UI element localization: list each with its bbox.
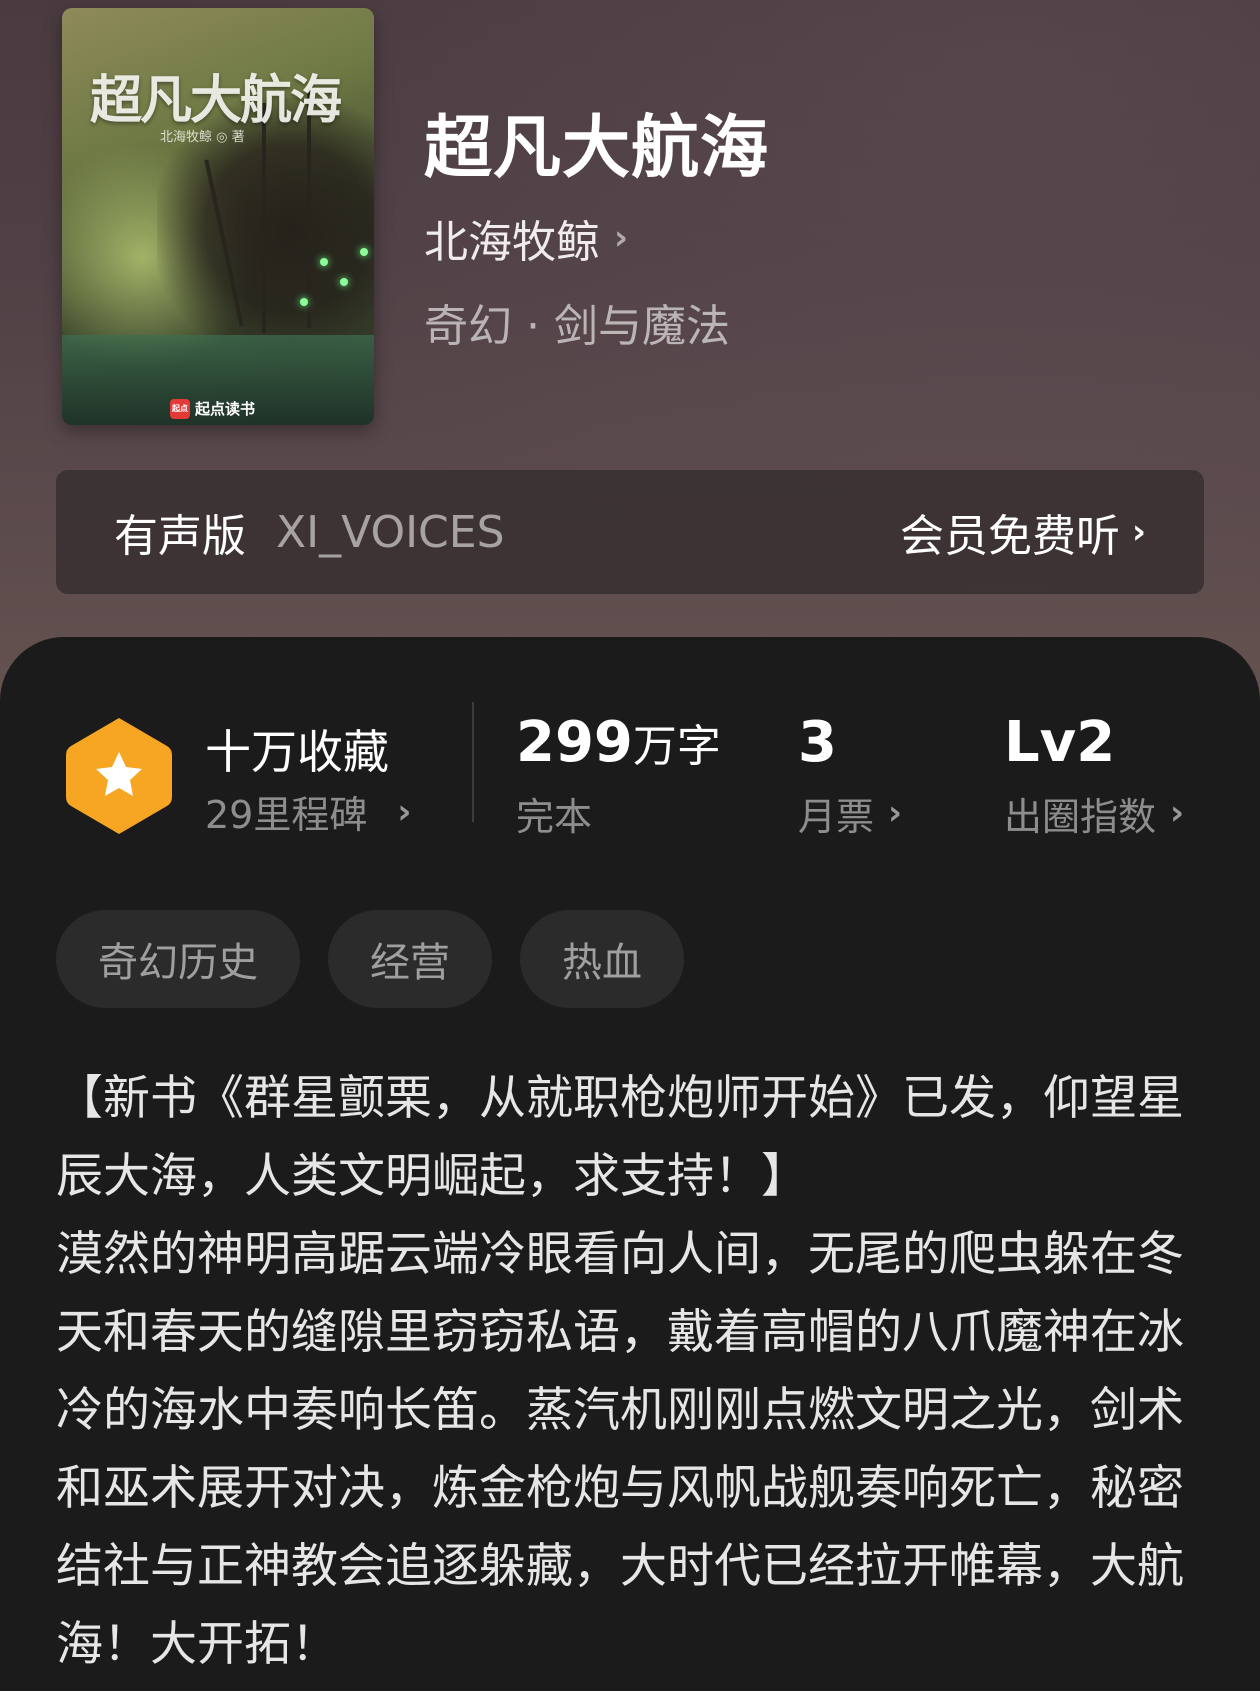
cover-brand-label: 起点读书 — [195, 400, 256, 418]
milestone-link[interactable]: 29里程碑 › — [205, 784, 411, 839]
description-synopsis: 漠然的神明高踞云端冷眼看向人间，无尾的爬虫躲在冬天和春天的缝隙里窃窃私语，戴着高… — [56, 1227, 1184, 1672]
chevron-right-icon: › — [397, 791, 412, 832]
cover-author: 北海牧鲸 ◎ 著 — [160, 130, 245, 145]
description-notice: 【新书《群星颤栗，从就职枪炮师开始》已发，仰望星辰大海，人类文明崛起，求支持！】 — [56, 1071, 1184, 1204]
completion-status: 完本 — [516, 794, 593, 839]
collection-count: 十万收藏 — [205, 725, 389, 779]
book-title: 超凡大航海 — [424, 108, 770, 188]
chevron-right-icon: › — [614, 218, 629, 258]
chevron-right-icon: › — [1131, 512, 1146, 552]
book-genre: 奇幻 · 剑与魔法 — [424, 301, 730, 352]
star-badge-icon — [66, 718, 172, 834]
cover-brand: 起点 起点读书 — [170, 398, 255, 419]
monthly-votes-value: 3 — [798, 710, 837, 775]
chevron-right-icon: › — [1170, 793, 1185, 834]
audio-voice-name: XI_VOICES — [276, 506, 505, 558]
milestone-label: 29里程碑 — [205, 793, 368, 837]
cover-title: 超凡大航海 — [90, 70, 342, 131]
member-free-listen-button[interactable]: 会员免费听 › — [900, 500, 1146, 564]
word-count-unit: 万字 — [632, 721, 721, 772]
tag-chip[interactable]: 热血 — [520, 910, 684, 1008]
chevron-right-icon: › — [888, 793, 903, 834]
monthly-votes-stat[interactable]: 3 月票 › — [798, 712, 902, 841]
book-description[interactable]: 【新书《群星颤栗，从就职枪炮师开始》已发，仰望星辰大海，人类文明崛起，求支持！】… — [56, 1060, 1216, 1684]
word-count-stat: 299万字 完本 — [516, 712, 721, 841]
author-name: 北海牧鲸 — [424, 217, 600, 268]
book-cover[interactable]: 超凡大航海 北海牧鲸 ◎ 著 起点 起点读书 — [62, 8, 374, 425]
tag-list: 奇幻历史 经营 热血 — [56, 910, 684, 1008]
audio-edition-bar[interactable]: 有声版 XI_VOICES 会员免费听 › — [56, 470, 1204, 594]
popularity-level-value: Lv2 — [1004, 710, 1116, 775]
member-free-listen-label: 会员免费听 — [899, 511, 1120, 562]
audio-edition-label: 有声版 — [114, 511, 246, 562]
popularity-index-label: 出圈指数 — [1004, 794, 1157, 839]
stats-row: 十万收藏 29里程碑 › 299万字 完本 3 月票 › Lv2 出圈指数 › — [0, 700, 1260, 850]
tag-chip[interactable]: 奇幻历史 — [56, 910, 300, 1008]
stats-divider — [472, 702, 474, 822]
monthly-votes-label: 月票 — [798, 794, 875, 839]
cover-brand-badge: 起点 — [170, 398, 190, 419]
cover-mast — [262, 103, 266, 333]
tag-chip[interactable]: 经营 — [328, 910, 492, 1008]
word-count-value: 299 — [516, 710, 633, 775]
popularity-index-stat[interactable]: Lv2 出圈指数 › — [1004, 712, 1184, 841]
author-link[interactable]: 北海牧鲸 › — [424, 206, 628, 270]
